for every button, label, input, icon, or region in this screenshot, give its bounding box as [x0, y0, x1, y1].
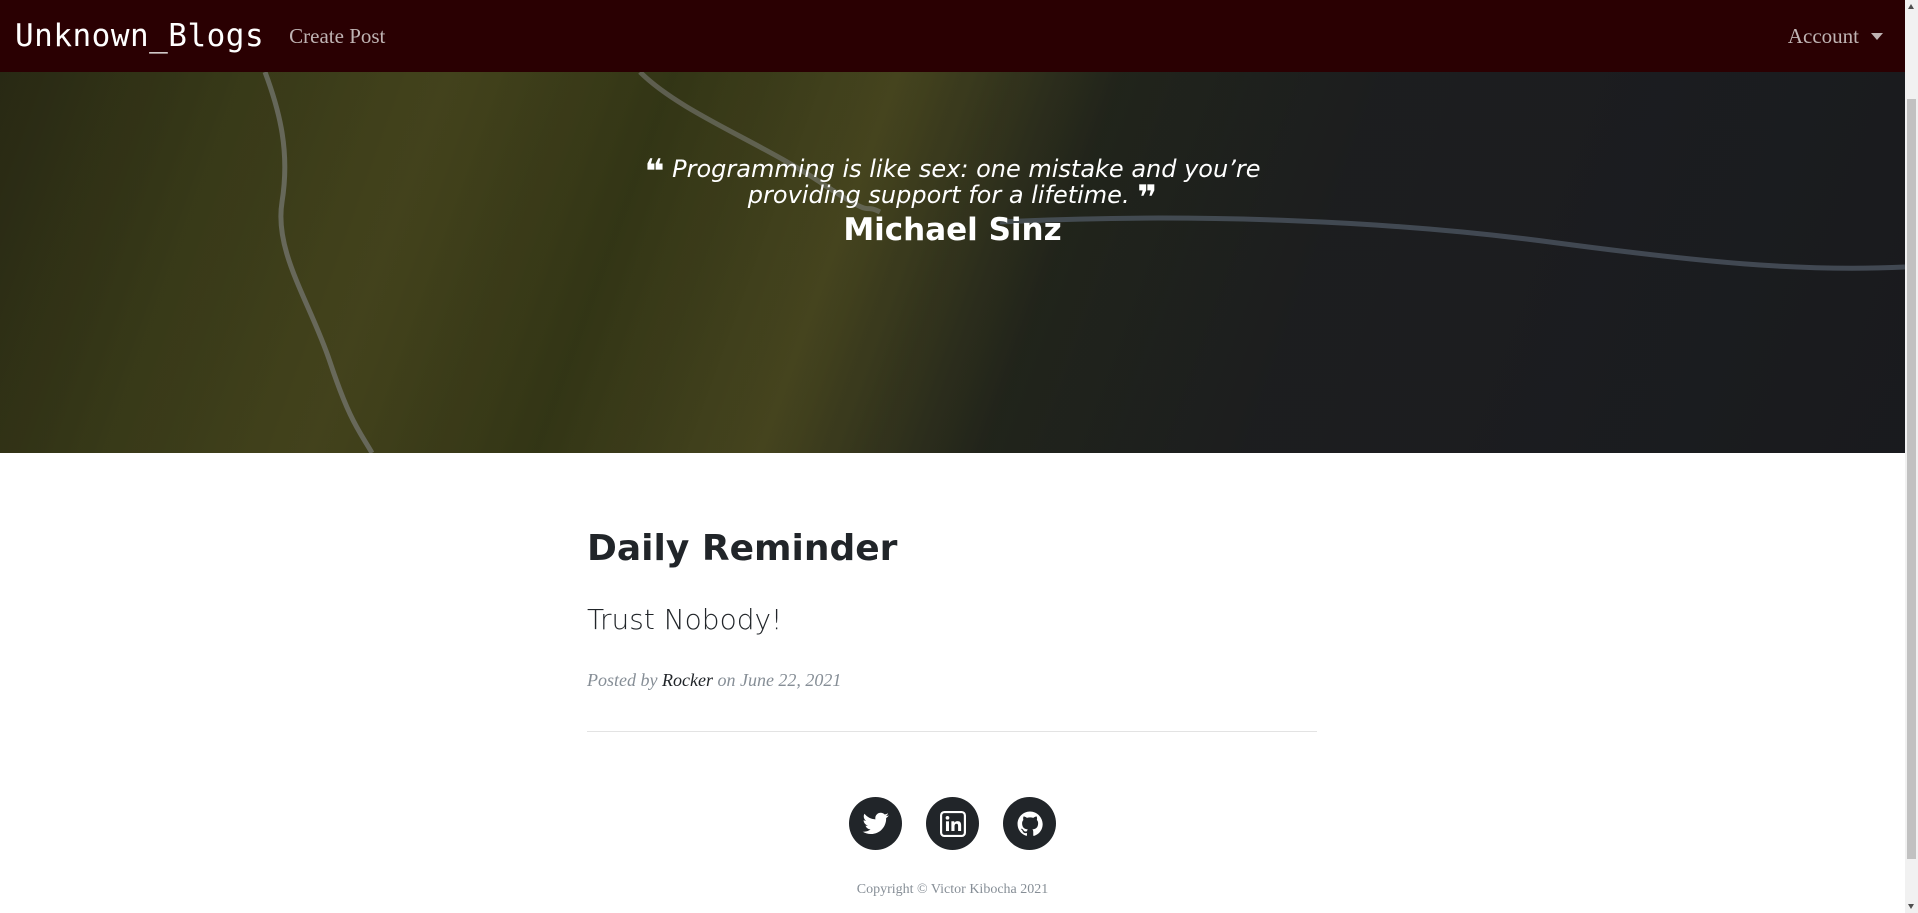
create-post-link[interactable]: Create Post — [289, 24, 385, 49]
quote-left-icon: ❝ — [644, 152, 665, 192]
linkedin-icon — [939, 810, 966, 837]
brand-logo-link[interactable]: Unknown_Blogs — [15, 18, 264, 54]
scroll-down-arrow-icon[interactable] — [1908, 904, 1914, 909]
linkedin-link[interactable] — [926, 797, 979, 850]
caret-down-icon — [1871, 32, 1883, 40]
social-links — [0, 797, 1905, 850]
post-subtitle[interactable]: Trust Nobody! — [587, 603, 1317, 636]
navbar: Unknown_Blogs Create Post Account — [0, 0, 1905, 72]
github-icon — [1017, 811, 1043, 836]
twitter-link[interactable] — [849, 797, 902, 850]
page-scrollbar[interactable] — [1905, 0, 1918, 913]
account-dropdown[interactable]: Account — [1788, 24, 1890, 49]
scroll-up-arrow-icon[interactable] — [1908, 4, 1914, 9]
hero-quote-block: ❝ Programming is like sex: one mistake a… — [0, 152, 1905, 248]
copyright-text: Copyright © Victor Kibocha 2021 — [856, 882, 1049, 897]
post-divider — [587, 731, 1317, 732]
quote-text: Programming is like sex: one mistake and… — [672, 155, 1261, 209]
github-link[interactable] — [1003, 797, 1056, 850]
post-author-link[interactable]: Rocker — [662, 670, 713, 690]
post-title[interactable]: Daily Reminder — [587, 528, 1317, 569]
hero-quote: ❝ Programming is like sex: one mistake a… — [593, 152, 1313, 218]
account-label: Account — [1787, 23, 1859, 48]
post-preview: Daily Reminder Trust Nobody! Posted by R… — [587, 528, 1317, 691]
hero-banner: ❝ Programming is like sex: one mistake a… — [0, 72, 1905, 453]
scrollbar-thumb[interactable] — [1907, 99, 1916, 859]
post-meta: Posted by Rocker on June 22, 2021 — [587, 670, 1317, 691]
twitter-icon — [862, 812, 889, 834]
quote-author: Michael Sinz — [843, 212, 1062, 248]
post-date: June 22, 2021 — [739, 670, 842, 690]
hero-background-image — [0, 72, 1905, 453]
quote-right-icon: ❞ — [1137, 178, 1158, 218]
on-label: on — [717, 670, 736, 690]
posted-by-label: Posted by — [587, 670, 658, 690]
